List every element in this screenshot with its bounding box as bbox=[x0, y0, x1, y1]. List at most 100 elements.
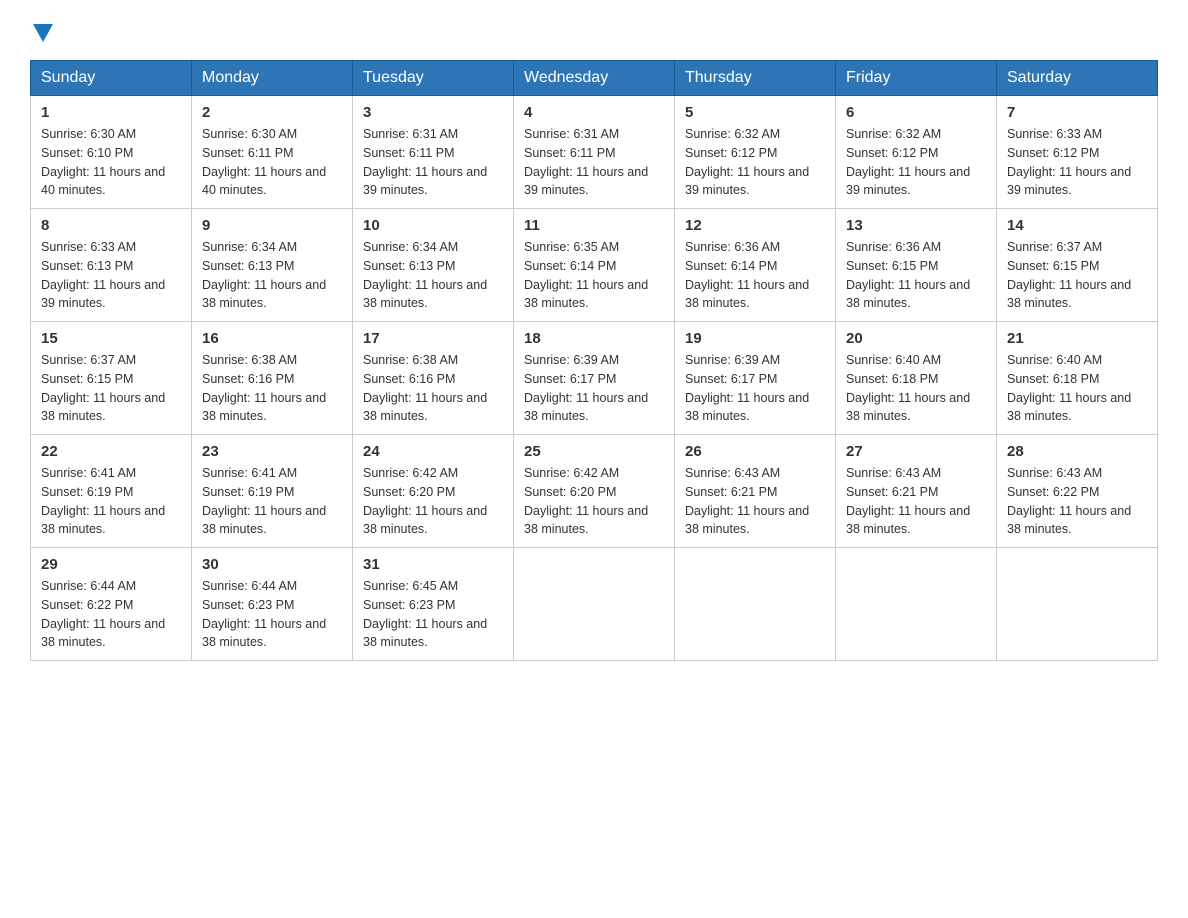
sunset-label: Sunset: 6:15 PM bbox=[846, 259, 938, 273]
sunset-label: Sunset: 6:17 PM bbox=[685, 372, 777, 386]
calendar-cell: 25 Sunrise: 6:42 AM Sunset: 6:20 PM Dayl… bbox=[514, 435, 675, 548]
sunset-label: Sunset: 6:21 PM bbox=[846, 485, 938, 499]
calendar-cell: 13 Sunrise: 6:36 AM Sunset: 6:15 PM Dayl… bbox=[836, 209, 997, 322]
calendar-week-2: 8 Sunrise: 6:33 AM Sunset: 6:13 PM Dayli… bbox=[31, 209, 1158, 322]
sunrise-label: Sunrise: 6:42 AM bbox=[363, 466, 458, 480]
day-info: Sunrise: 6:36 AM Sunset: 6:15 PM Dayligh… bbox=[846, 238, 986, 313]
sunset-label: Sunset: 6:12 PM bbox=[685, 146, 777, 160]
day-number: 5 bbox=[685, 104, 825, 121]
day-info: Sunrise: 6:37 AM Sunset: 6:15 PM Dayligh… bbox=[1007, 238, 1147, 313]
day-number: 9 bbox=[202, 217, 342, 234]
day-number: 2 bbox=[202, 104, 342, 121]
daylight-label: Daylight: 11 hours and 38 minutes. bbox=[685, 278, 809, 311]
column-header-thursday: Thursday bbox=[675, 61, 836, 96]
sunset-label: Sunset: 6:11 PM bbox=[202, 146, 294, 160]
day-info: Sunrise: 6:34 AM Sunset: 6:13 PM Dayligh… bbox=[363, 238, 503, 313]
sunrise-label: Sunrise: 6:37 AM bbox=[1007, 240, 1102, 254]
day-number: 13 bbox=[846, 217, 986, 234]
day-number: 11 bbox=[524, 217, 664, 234]
day-info: Sunrise: 6:31 AM Sunset: 6:11 PM Dayligh… bbox=[524, 125, 664, 200]
daylight-label: Daylight: 11 hours and 39 minutes. bbox=[685, 165, 809, 198]
calendar-cell bbox=[514, 548, 675, 661]
day-info: Sunrise: 6:44 AM Sunset: 6:22 PM Dayligh… bbox=[41, 577, 181, 652]
calendar-cell: 22 Sunrise: 6:41 AM Sunset: 6:19 PM Dayl… bbox=[31, 435, 192, 548]
calendar-cell bbox=[675, 548, 836, 661]
sunrise-label: Sunrise: 6:30 AM bbox=[41, 127, 136, 141]
sunset-label: Sunset: 6:20 PM bbox=[363, 485, 455, 499]
sunrise-label: Sunrise: 6:30 AM bbox=[202, 127, 297, 141]
day-info: Sunrise: 6:43 AM Sunset: 6:21 PM Dayligh… bbox=[685, 464, 825, 539]
day-number: 30 bbox=[202, 556, 342, 573]
daylight-label: Daylight: 11 hours and 38 minutes. bbox=[846, 504, 970, 537]
sunrise-label: Sunrise: 6:42 AM bbox=[524, 466, 619, 480]
sunrise-label: Sunrise: 6:36 AM bbox=[846, 240, 941, 254]
calendar-cell: 5 Sunrise: 6:32 AM Sunset: 6:12 PM Dayli… bbox=[675, 96, 836, 209]
day-info: Sunrise: 6:30 AM Sunset: 6:10 PM Dayligh… bbox=[41, 125, 181, 200]
calendar-cell: 3 Sunrise: 6:31 AM Sunset: 6:11 PM Dayli… bbox=[353, 96, 514, 209]
column-header-monday: Monday bbox=[192, 61, 353, 96]
calendar-cell: 31 Sunrise: 6:45 AM Sunset: 6:23 PM Dayl… bbox=[353, 548, 514, 661]
sunset-label: Sunset: 6:18 PM bbox=[846, 372, 938, 386]
calendar-cell: 4 Sunrise: 6:31 AM Sunset: 6:11 PM Dayli… bbox=[514, 96, 675, 209]
calendar-cell bbox=[836, 548, 997, 661]
day-info: Sunrise: 6:32 AM Sunset: 6:12 PM Dayligh… bbox=[846, 125, 986, 200]
day-info: Sunrise: 6:40 AM Sunset: 6:18 PM Dayligh… bbox=[846, 351, 986, 426]
calendar-cell: 7 Sunrise: 6:33 AM Sunset: 6:12 PM Dayli… bbox=[997, 96, 1158, 209]
sunrise-label: Sunrise: 6:34 AM bbox=[202, 240, 297, 254]
day-info: Sunrise: 6:42 AM Sunset: 6:20 PM Dayligh… bbox=[524, 464, 664, 539]
daylight-label: Daylight: 11 hours and 38 minutes. bbox=[202, 504, 326, 537]
column-header-saturday: Saturday bbox=[997, 61, 1158, 96]
sunset-label: Sunset: 6:19 PM bbox=[41, 485, 133, 499]
day-info: Sunrise: 6:38 AM Sunset: 6:16 PM Dayligh… bbox=[202, 351, 342, 426]
sunset-label: Sunset: 6:15 PM bbox=[41, 372, 133, 386]
sunset-label: Sunset: 6:11 PM bbox=[363, 146, 455, 160]
day-number: 20 bbox=[846, 330, 986, 347]
sunset-label: Sunset: 6:23 PM bbox=[202, 598, 294, 612]
day-info: Sunrise: 6:33 AM Sunset: 6:12 PM Dayligh… bbox=[1007, 125, 1147, 200]
sunrise-label: Sunrise: 6:31 AM bbox=[524, 127, 619, 141]
day-number: 27 bbox=[846, 443, 986, 460]
column-header-friday: Friday bbox=[836, 61, 997, 96]
calendar-cell: 10 Sunrise: 6:34 AM Sunset: 6:13 PM Dayl… bbox=[353, 209, 514, 322]
sunset-label: Sunset: 6:10 PM bbox=[41, 146, 133, 160]
day-number: 24 bbox=[363, 443, 503, 460]
day-number: 15 bbox=[41, 330, 181, 347]
page-header bbox=[30, 20, 1158, 40]
sunset-label: Sunset: 6:12 PM bbox=[1007, 146, 1099, 160]
sunrise-label: Sunrise: 6:43 AM bbox=[846, 466, 941, 480]
daylight-label: Daylight: 11 hours and 38 minutes. bbox=[524, 391, 648, 424]
sunrise-label: Sunrise: 6:32 AM bbox=[846, 127, 941, 141]
day-number: 1 bbox=[41, 104, 181, 121]
calendar-cell: 16 Sunrise: 6:38 AM Sunset: 6:16 PM Dayl… bbox=[192, 322, 353, 435]
sunrise-label: Sunrise: 6:35 AM bbox=[524, 240, 619, 254]
calendar-cell: 17 Sunrise: 6:38 AM Sunset: 6:16 PM Dayl… bbox=[353, 322, 514, 435]
day-info: Sunrise: 6:45 AM Sunset: 6:23 PM Dayligh… bbox=[363, 577, 503, 652]
day-info: Sunrise: 6:30 AM Sunset: 6:11 PM Dayligh… bbox=[202, 125, 342, 200]
day-info: Sunrise: 6:34 AM Sunset: 6:13 PM Dayligh… bbox=[202, 238, 342, 313]
daylight-label: Daylight: 11 hours and 38 minutes. bbox=[524, 278, 648, 311]
calendar-cell: 6 Sunrise: 6:32 AM Sunset: 6:12 PM Dayli… bbox=[836, 96, 997, 209]
sunrise-label: Sunrise: 6:44 AM bbox=[41, 579, 136, 593]
sunrise-label: Sunrise: 6:32 AM bbox=[685, 127, 780, 141]
calendar-cell: 8 Sunrise: 6:33 AM Sunset: 6:13 PM Dayli… bbox=[31, 209, 192, 322]
daylight-label: Daylight: 11 hours and 38 minutes. bbox=[685, 391, 809, 424]
column-header-wednesday: Wednesday bbox=[514, 61, 675, 96]
day-info: Sunrise: 6:39 AM Sunset: 6:17 PM Dayligh… bbox=[524, 351, 664, 426]
day-info: Sunrise: 6:43 AM Sunset: 6:21 PM Dayligh… bbox=[846, 464, 986, 539]
day-number: 18 bbox=[524, 330, 664, 347]
day-info: Sunrise: 6:33 AM Sunset: 6:13 PM Dayligh… bbox=[41, 238, 181, 313]
calendar-cell: 19 Sunrise: 6:39 AM Sunset: 6:17 PM Dayl… bbox=[675, 322, 836, 435]
calendar-table: SundayMondayTuesdayWednesdayThursdayFrid… bbox=[30, 60, 1158, 661]
sunrise-label: Sunrise: 6:45 AM bbox=[363, 579, 458, 593]
day-number: 8 bbox=[41, 217, 181, 234]
sunrise-label: Sunrise: 6:40 AM bbox=[846, 353, 941, 367]
sunrise-label: Sunrise: 6:39 AM bbox=[524, 353, 619, 367]
daylight-label: Daylight: 11 hours and 39 minutes. bbox=[41, 278, 165, 311]
sunset-label: Sunset: 6:23 PM bbox=[363, 598, 455, 612]
day-info: Sunrise: 6:41 AM Sunset: 6:19 PM Dayligh… bbox=[202, 464, 342, 539]
sunset-label: Sunset: 6:17 PM bbox=[524, 372, 616, 386]
column-header-sunday: Sunday bbox=[31, 61, 192, 96]
day-info: Sunrise: 6:37 AM Sunset: 6:15 PM Dayligh… bbox=[41, 351, 181, 426]
sunrise-label: Sunrise: 6:41 AM bbox=[41, 466, 136, 480]
calendar-cell: 9 Sunrise: 6:34 AM Sunset: 6:13 PM Dayli… bbox=[192, 209, 353, 322]
